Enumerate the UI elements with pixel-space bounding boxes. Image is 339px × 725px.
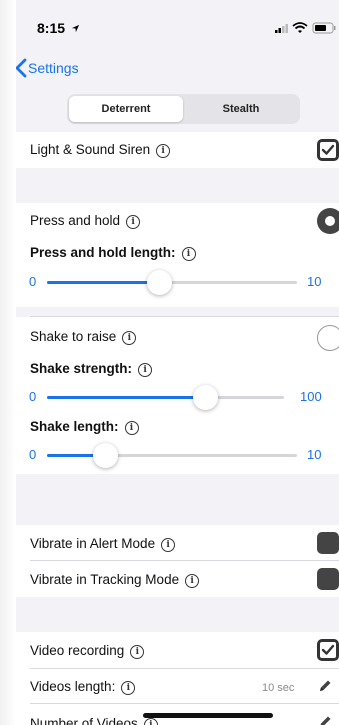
segment-deterrent[interactable]: Deterrent	[69, 96, 183, 122]
info-icon[interactable]: i	[181, 247, 196, 261]
back-button[interactable]: Settings	[16, 55, 79, 81]
slider-thumb[interactable]	[93, 443, 118, 468]
info-icon[interactable]: i	[161, 538, 176, 552]
shake-strength-min: 0	[29, 389, 37, 404]
chevron-left-icon	[16, 58, 27, 78]
slider-fill	[47, 396, 205, 399]
vibrate-group: Vibrate in Alert Mode i Vibrate in Tracki…	[16, 525, 339, 597]
videos-length-label: Videos length: i	[30, 679, 136, 695]
siren-row[interactable]: Light & Sound Siren i	[16, 132, 339, 168]
segment-stealth[interactable]: Stealth	[184, 96, 298, 122]
shake-length-max: 10	[307, 447, 322, 462]
info-icon[interactable]: i	[130, 645, 145, 659]
info-icon[interactable]: i	[185, 574, 200, 588]
siren-checkbox[interactable]	[317, 139, 339, 161]
info-icon[interactable]: i	[122, 331, 137, 345]
vibrate-tracking-label: Vibrate in Tracking Mode i	[30, 572, 200, 588]
back-label: Settings	[28, 60, 79, 76]
shake-strength-max: 100	[300, 389, 322, 404]
shake-strength-slider[interactable]	[47, 385, 284, 410]
home-indicator	[143, 713, 273, 718]
video-recording-label: Video recording i	[30, 643, 145, 659]
checkmark-icon	[320, 642, 336, 658]
pencil-icon[interactable]	[317, 678, 333, 694]
press-hold-label: Press and hold i	[30, 213, 141, 229]
vibrate-alert-label: Vibrate in Alert Mode i	[30, 536, 176, 552]
separator	[30, 560, 339, 561]
shake-strength-label: Shake strength: i	[30, 361, 153, 377]
vibrate-tracking-checkbox[interactable]	[317, 568, 339, 590]
location-arrow-icon	[71, 24, 80, 33]
press-hold-length-label: Press and hold length: i	[30, 245, 196, 261]
info-icon[interactable]: i	[138, 363, 153, 377]
mode-segmented-control: Deterrent Stealth	[67, 94, 300, 124]
press-hold-length-slider[interactable]	[47, 270, 297, 295]
slider-thumb[interactable]	[193, 385, 218, 410]
shake-length-slider[interactable]	[47, 443, 297, 468]
checkmark-icon	[320, 142, 336, 158]
separator	[30, 703, 339, 704]
shake-raise-label: Shake to raise i	[30, 329, 137, 345]
video-group: Video recording i Videos length: i 10 sec …	[16, 632, 339, 725]
info-icon[interactable]: i	[143, 718, 158, 725]
slider-fill	[47, 281, 159, 284]
videos-length-value: 10 sec	[262, 682, 295, 694]
shake-raise-radio[interactable]	[317, 325, 339, 351]
status-time: 8:15	[37, 20, 80, 36]
separator	[30, 668, 339, 669]
info-icon[interactable]: i	[124, 421, 139, 435]
status-icons	[275, 22, 336, 34]
shake-length-label: Shake length: i	[30, 419, 139, 435]
press-hold-group: Press and hold i Press and hold length: i …	[16, 203, 339, 307]
wifi-icon	[292, 22, 308, 33]
siren-label: Light & Sound Siren i	[30, 142, 171, 158]
battery-icon	[312, 22, 336, 34]
signal-icon	[275, 24, 288, 33]
info-icon[interactable]: i	[121, 681, 136, 695]
info-icon[interactable]: i	[156, 144, 171, 158]
press-hold-length-min: 0	[29, 274, 37, 289]
slider-thumb[interactable]	[147, 270, 172, 295]
settings-panel: 8:15 Settings Deterrent Stealth Light & …	[16, 0, 339, 725]
press-hold-radio[interactable]	[317, 208, 339, 234]
number-videos-label: Number of Videos i	[30, 716, 158, 725]
info-icon[interactable]: i	[126, 215, 141, 229]
left-edge-shadow	[0, 0, 16, 725]
segment-area: Deterrent Stealth	[16, 86, 339, 132]
shake-group: Shake to raise i Shake strength: i 0 100 S…	[16, 317, 339, 474]
pencil-icon[interactable]	[317, 714, 333, 725]
vibrate-alert-checkbox[interactable]	[317, 532, 339, 554]
press-hold-length-max: 10	[307, 274, 322, 289]
video-recording-checkbox[interactable]	[317, 639, 339, 661]
shake-length-min: 0	[29, 447, 37, 462]
status-bar: 8:15	[16, 0, 339, 50]
